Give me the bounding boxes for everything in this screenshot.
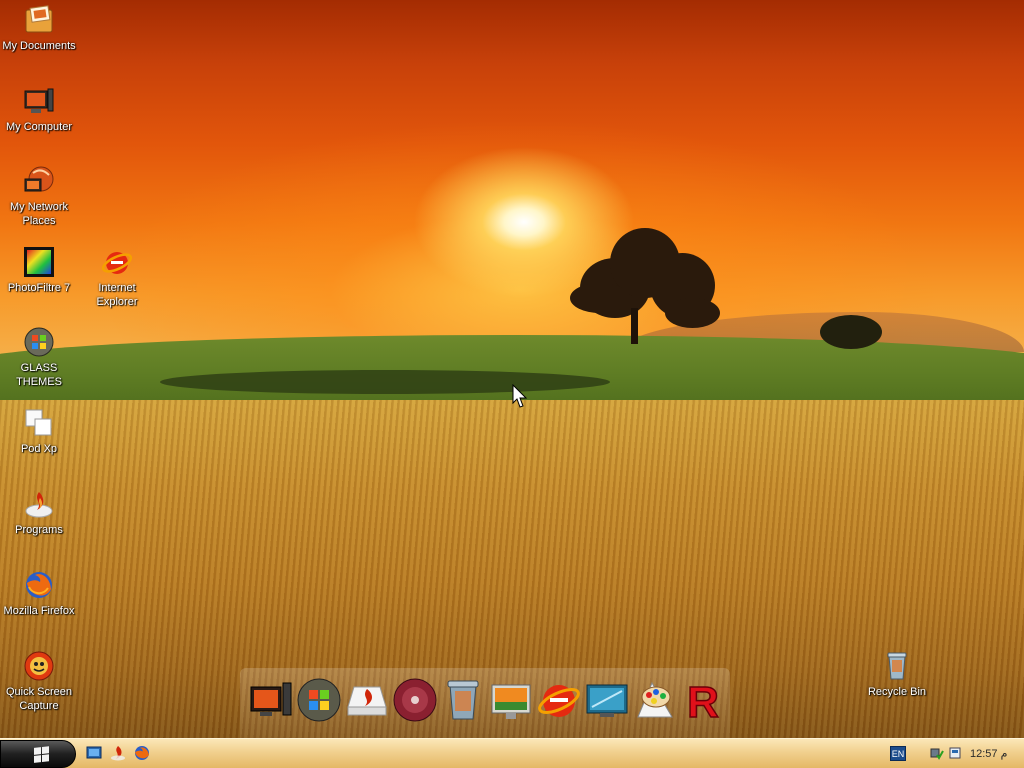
flame-app-icon <box>111 746 125 761</box>
taskbar: EN 12:57 م <box>0 738 1024 768</box>
svg-text:R: R <box>687 678 719 723</box>
dock-internet-explorer[interactable] <box>536 677 582 723</box>
recycle-bin-icon <box>881 650 913 682</box>
trash-icon <box>447 680 479 720</box>
windows-logo-icon <box>34 746 50 764</box>
desktop-icon-my-documents[interactable]: My Documents <box>0 4 78 53</box>
letter-r-icon: R <box>686 677 719 728</box>
firefox-icon <box>23 569 55 601</box>
desktop-icon-quick-screen-capture[interactable]: Quick Screen Capture <box>0 650 78 713</box>
desktop-icon-label: PhotoFiltre 7 <box>7 282 71 294</box>
dock-windows-orb[interactable] <box>296 677 342 723</box>
mouse-pointer-icon <box>512 383 528 410</box>
desktop-icon-label: Internet Explorer <box>96 282 138 308</box>
desktop-icon-label: My Network Places <box>9 201 69 227</box>
desktop-icon-pod-xp[interactable]: Pod Xp <box>0 407 78 456</box>
internet-explorer-icon <box>538 685 580 717</box>
language-indicator[interactable]: EN <box>890 746 906 761</box>
desktop-icon-label: My Documents <box>2 40 76 52</box>
screen-capture-icon <box>23 650 55 682</box>
tray-safely-remove[interactable] <box>948 746 962 760</box>
desktop-icon-label: Quick Screen Capture <box>5 686 73 712</box>
quick-launch-flame-app[interactable] <box>110 745 126 761</box>
desktop-icon-recycle-bin[interactable]: Recycle Bin <box>858 650 936 699</box>
paint-palette-icon <box>637 681 673 718</box>
disc-icon <box>393 678 437 722</box>
drive-flame-icon <box>347 686 387 716</box>
large-tree <box>570 228 720 346</box>
desktop-icon-label: My Computer <box>5 121 73 133</box>
dock-monitor[interactable] <box>584 677 630 723</box>
dock-paint-palette[interactable] <box>632 677 678 723</box>
dock-letter-r[interactable]: R <box>680 677 726 728</box>
system-clock[interactable]: 12:57 م <box>970 746 1014 762</box>
desktop-icon-label: Programs <box>15 524 63 536</box>
dock-drive-flame[interactable] <box>344 677 390 723</box>
windows-orb-icon <box>297 678 341 722</box>
dock: R <box>240 668 730 738</box>
firefox-icon <box>135 746 149 760</box>
start-button[interactable] <box>0 740 76 768</box>
dock-trash[interactable] <box>440 677 486 723</box>
network-places-icon <box>23 165 55 197</box>
desktop-icon-my-network-places[interactable]: My Network Places <box>0 165 78 228</box>
desktop-icon-my-computer[interactable]: My Computer <box>0 85 78 134</box>
desktop-icon-label: Recycle Bin <box>867 686 927 698</box>
computer-icon <box>23 85 55 117</box>
folder-documents-icon <box>23 4 55 36</box>
quick-launch-firefox[interactable] <box>134 745 150 761</box>
desktop-icon-photofiltre[interactable]: PhotoFiltre 7 <box>0 246 78 295</box>
hedgerow <box>160 370 610 394</box>
desktop-wallpaper <box>0 0 1024 738</box>
show-desktop-icon <box>86 746 102 759</box>
photofiltre-icon <box>23 246 55 278</box>
programs-icon <box>23 488 55 520</box>
computer-icon <box>250 682 292 716</box>
desktop-icon-label: Pod Xp <box>20 443 58 455</box>
desktop-icon-internet-explorer[interactable]: Internet Explorer <box>78 246 156 309</box>
pod-xp-icon <box>23 407 55 439</box>
network-status-icon <box>930 748 944 760</box>
windows-orb-icon <box>23 326 55 358</box>
tray-network-status[interactable] <box>930 746 944 760</box>
safely-remove-icon <box>949 747 961 759</box>
monitor-icon <box>586 684 628 717</box>
picture-frame-icon <box>491 684 531 719</box>
dock-computer[interactable] <box>248 677 294 723</box>
dock-picture-frame[interactable] <box>488 677 534 723</box>
desktop-icon-programs[interactable]: Programs <box>0 488 78 537</box>
dock-disc[interactable] <box>392 677 438 723</box>
desktop-icon-label: GLASS THEMES <box>16 362 62 388</box>
desktop-icon-glass-themes[interactable]: GLASS THEMES <box>0 326 78 389</box>
desktop-icon-label: Mozilla Firefox <box>3 605 75 617</box>
small-tree <box>820 312 882 350</box>
desktop-icon-mozilla-firefox[interactable]: Mozilla Firefox <box>0 569 78 618</box>
quick-launch-show-desktop[interactable] <box>86 745 102 761</box>
internet-explorer-icon <box>101 246 133 278</box>
